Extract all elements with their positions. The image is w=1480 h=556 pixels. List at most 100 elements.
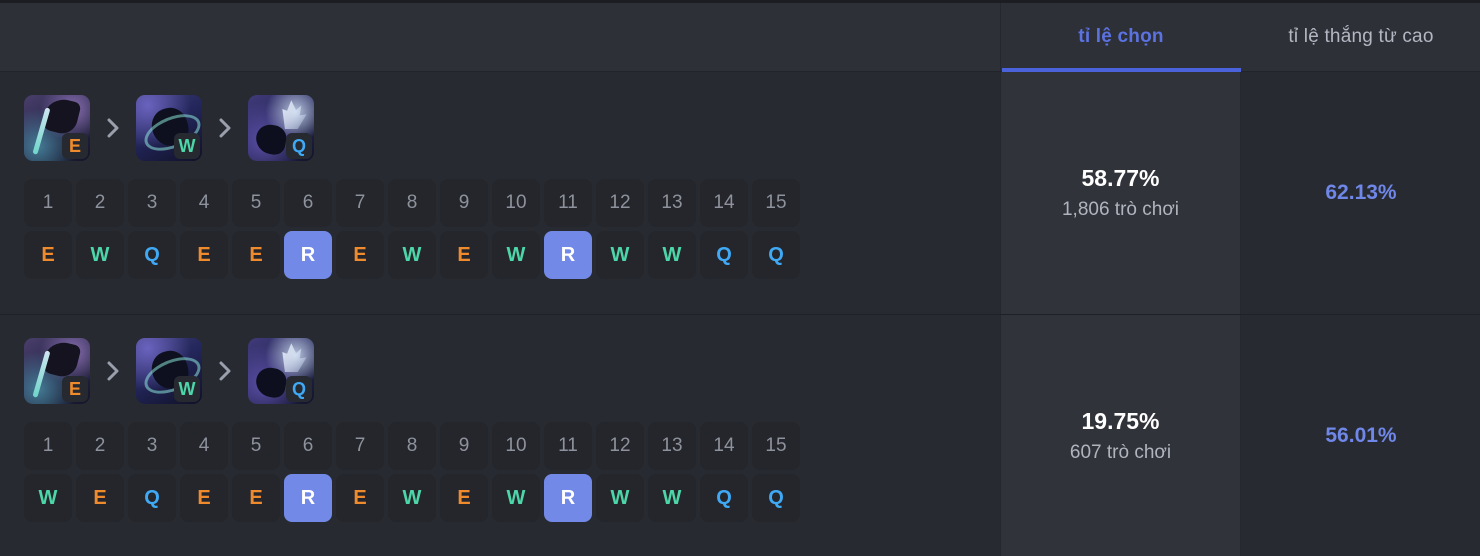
level-cell: 6: [284, 422, 332, 470]
level-cell: 15: [752, 179, 800, 227]
level-cell: 2: [76, 422, 124, 470]
skill-cell-ultimate: R: [284, 474, 332, 522]
level-cell: 5: [232, 179, 280, 227]
level-cell: 11: [544, 422, 592, 470]
level-cell: 11: [544, 179, 592, 227]
level-cell: 14: [700, 422, 748, 470]
skill-build-cell: E W Q 1 2 3 4 5 6 7 8 9 10 11 12 13 14 15: [0, 315, 1001, 556]
level-cell: 2: [76, 179, 124, 227]
skill-cell: W: [76, 231, 124, 279]
chevron-right-icon: [90, 360, 136, 382]
skill-cell: E: [232, 474, 280, 522]
ability-priority-chain: E W Q: [24, 95, 1000, 161]
skill-order-grid: 1 2 3 4 5 6 7 8 9 10 11 12 13 14 15 WEQEEREWEWRWWQQ: [24, 422, 1000, 522]
skill-cell: Q: [752, 231, 800, 279]
ability-key-badge: Q: [286, 376, 312, 402]
games-count: 607 trò chơi: [1069, 441, 1172, 463]
skill-cell: W: [648, 231, 696, 279]
level-cell: 3: [128, 422, 176, 470]
level-cell: 8: [388, 422, 436, 470]
ability-icon-e[interactable]: E: [24, 95, 90, 161]
tab-pick-rate-label: tỉ lệ chọn: [1078, 26, 1164, 47]
level-cell: 9: [440, 422, 488, 470]
header-skill-column: [0, 3, 1001, 71]
level-cell: 1: [24, 422, 72, 470]
win-rate-value: 62.13%: [1325, 181, 1397, 204]
skill-cell: Q: [128, 231, 176, 279]
chevron-right-icon: [202, 360, 248, 382]
skill-order-grid: 1 2 3 4 5 6 7 8 9 10 11 12 13 14 15 EWQEEREWEWRWWQQ: [24, 179, 1000, 279]
skill-cell-ultimate: R: [544, 231, 592, 279]
skill-cell: W: [24, 474, 72, 522]
table-row: E W Q 1 2 3 4 5 6 7 8 9 10 11 12 13 14 15: [0, 72, 1480, 315]
chevron-right-icon: [90, 117, 136, 139]
ability-icon-q[interactable]: Q: [248, 338, 314, 404]
ability-icon-q[interactable]: Q: [248, 95, 314, 161]
ability-icon-e[interactable]: E: [24, 338, 90, 404]
ability-key-badge: Q: [286, 133, 312, 159]
skill-cell: E: [336, 231, 384, 279]
tab-pick-rate[interactable]: tỉ lệ chọn: [1001, 3, 1241, 72]
level-cell: 13: [648, 179, 696, 227]
skill-cell: E: [232, 231, 280, 279]
skill-order-table: tỉ lệ chọn tỉ lệ thắng từ cao E W Q 1 2 …: [0, 0, 1480, 556]
level-cell: 3: [128, 179, 176, 227]
skill-cell: W: [388, 474, 436, 522]
skill-cell-ultimate: R: [284, 231, 332, 279]
level-cell: 12: [596, 179, 644, 227]
skill-cell: E: [440, 231, 488, 279]
skill-cell: Q: [700, 231, 748, 279]
skill-cell: E: [76, 474, 124, 522]
skill-cell: W: [388, 231, 436, 279]
level-number-row: 1 2 3 4 5 6 7 8 9 10 11 12 13 14 15: [24, 179, 1000, 227]
level-cell: 15: [752, 422, 800, 470]
level-cell: 4: [180, 179, 228, 227]
ability-key-badge: W: [174, 133, 200, 159]
level-cell: 13: [648, 422, 696, 470]
level-cell: 10: [492, 179, 540, 227]
pick-rate-cell: 19.75% 607 trò chơi: [1001, 315, 1241, 556]
sort-tabs: tỉ lệ chọn tỉ lệ thắng từ cao: [1001, 3, 1480, 72]
ability-priority-chain: E W Q: [24, 338, 1000, 404]
pick-rate-value: 19.75%: [1081, 407, 1160, 434]
skill-cell: Q: [700, 474, 748, 522]
level-cell: 9: [440, 179, 488, 227]
win-rate-value: 56.01%: [1325, 424, 1397, 447]
table-header: tỉ lệ chọn tỉ lệ thắng từ cao: [0, 3, 1480, 72]
level-cell: 5: [232, 422, 280, 470]
skill-cell: W: [492, 474, 540, 522]
skill-cell: W: [596, 474, 644, 522]
skill-cell: E: [336, 474, 384, 522]
ability-key-badge: E: [62, 133, 88, 159]
tab-win-rate-label: tỉ lệ thắng từ cao: [1288, 26, 1434, 47]
skill-cell: W: [648, 474, 696, 522]
level-cell: 1: [24, 179, 72, 227]
pick-rate-cell: 58.77% 1,806 trò chơi: [1001, 72, 1241, 314]
skill-cell: E: [180, 231, 228, 279]
level-cell: 7: [336, 422, 384, 470]
skill-cell: E: [24, 231, 72, 279]
skill-key-row: EWQEEREWEWRWWQQ: [24, 231, 1000, 279]
level-cell: 6: [284, 179, 332, 227]
skill-key-row: WEQEEREWEWRWWQQ: [24, 474, 1000, 522]
ability-key-badge: W: [174, 376, 200, 402]
skill-build-cell: E W Q 1 2 3 4 5 6 7 8 9 10 11 12 13 14 15: [0, 72, 1001, 314]
win-rate-cell: 56.01%: [1241, 315, 1480, 556]
level-cell: 8: [388, 179, 436, 227]
skill-cell-ultimate: R: [544, 474, 592, 522]
tab-win-rate[interactable]: tỉ lệ thắng từ cao: [1241, 3, 1480, 71]
level-cell: 12: [596, 422, 644, 470]
pick-rate-value: 58.77%: [1081, 164, 1160, 191]
level-cell: 7: [336, 179, 384, 227]
win-rate-cell: 62.13%: [1241, 72, 1480, 314]
games-count: 1,806 trò chơi: [1061, 198, 1180, 220]
chevron-right-icon: [202, 117, 248, 139]
skill-cell: Q: [752, 474, 800, 522]
skill-cell: W: [492, 231, 540, 279]
skill-cell: Q: [128, 474, 176, 522]
level-number-row: 1 2 3 4 5 6 7 8 9 10 11 12 13 14 15: [24, 422, 1000, 470]
level-cell: 4: [180, 422, 228, 470]
ability-icon-w[interactable]: W: [136, 338, 202, 404]
ability-icon-w[interactable]: W: [136, 95, 202, 161]
ability-key-badge: E: [62, 376, 88, 402]
